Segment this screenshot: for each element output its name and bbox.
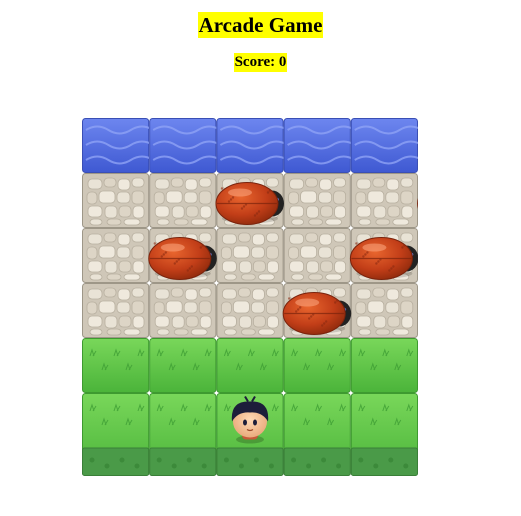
grass-tile (350, 338, 418, 393)
score-container: Score: 0 (0, 53, 521, 72)
water-tile (216, 118, 289, 173)
grass-tile (82, 338, 150, 393)
stone-tile (149, 173, 217, 228)
stone-tile (283, 228, 351, 283)
grass-tile (82, 393, 150, 476)
grass-tile (350, 393, 418, 476)
stone-tile (350, 173, 418, 228)
grass-tile (149, 393, 217, 476)
title-container: Arcade Game (0, 12, 521, 38)
water-tile (350, 118, 418, 173)
stone-tile (283, 173, 351, 228)
game-title: Arcade Game (197, 12, 324, 38)
stone-tile (216, 283, 284, 338)
stone-tile (350, 283, 418, 338)
stone-tile (216, 228, 284, 283)
stone-tile (149, 283, 217, 338)
grass-tile (216, 338, 284, 393)
stone-tile (82, 283, 150, 338)
grass-tile (283, 393, 351, 476)
stone-tile (82, 228, 150, 283)
stone-tile (82, 173, 150, 228)
water-tile (149, 118, 221, 173)
grass-tile (149, 338, 217, 393)
game-board[interactable] (82, 118, 418, 476)
water-tile (283, 118, 356, 173)
score-display: Score: 0 (233, 53, 288, 72)
grass-tile (283, 338, 351, 393)
water-tile (82, 118, 154, 173)
